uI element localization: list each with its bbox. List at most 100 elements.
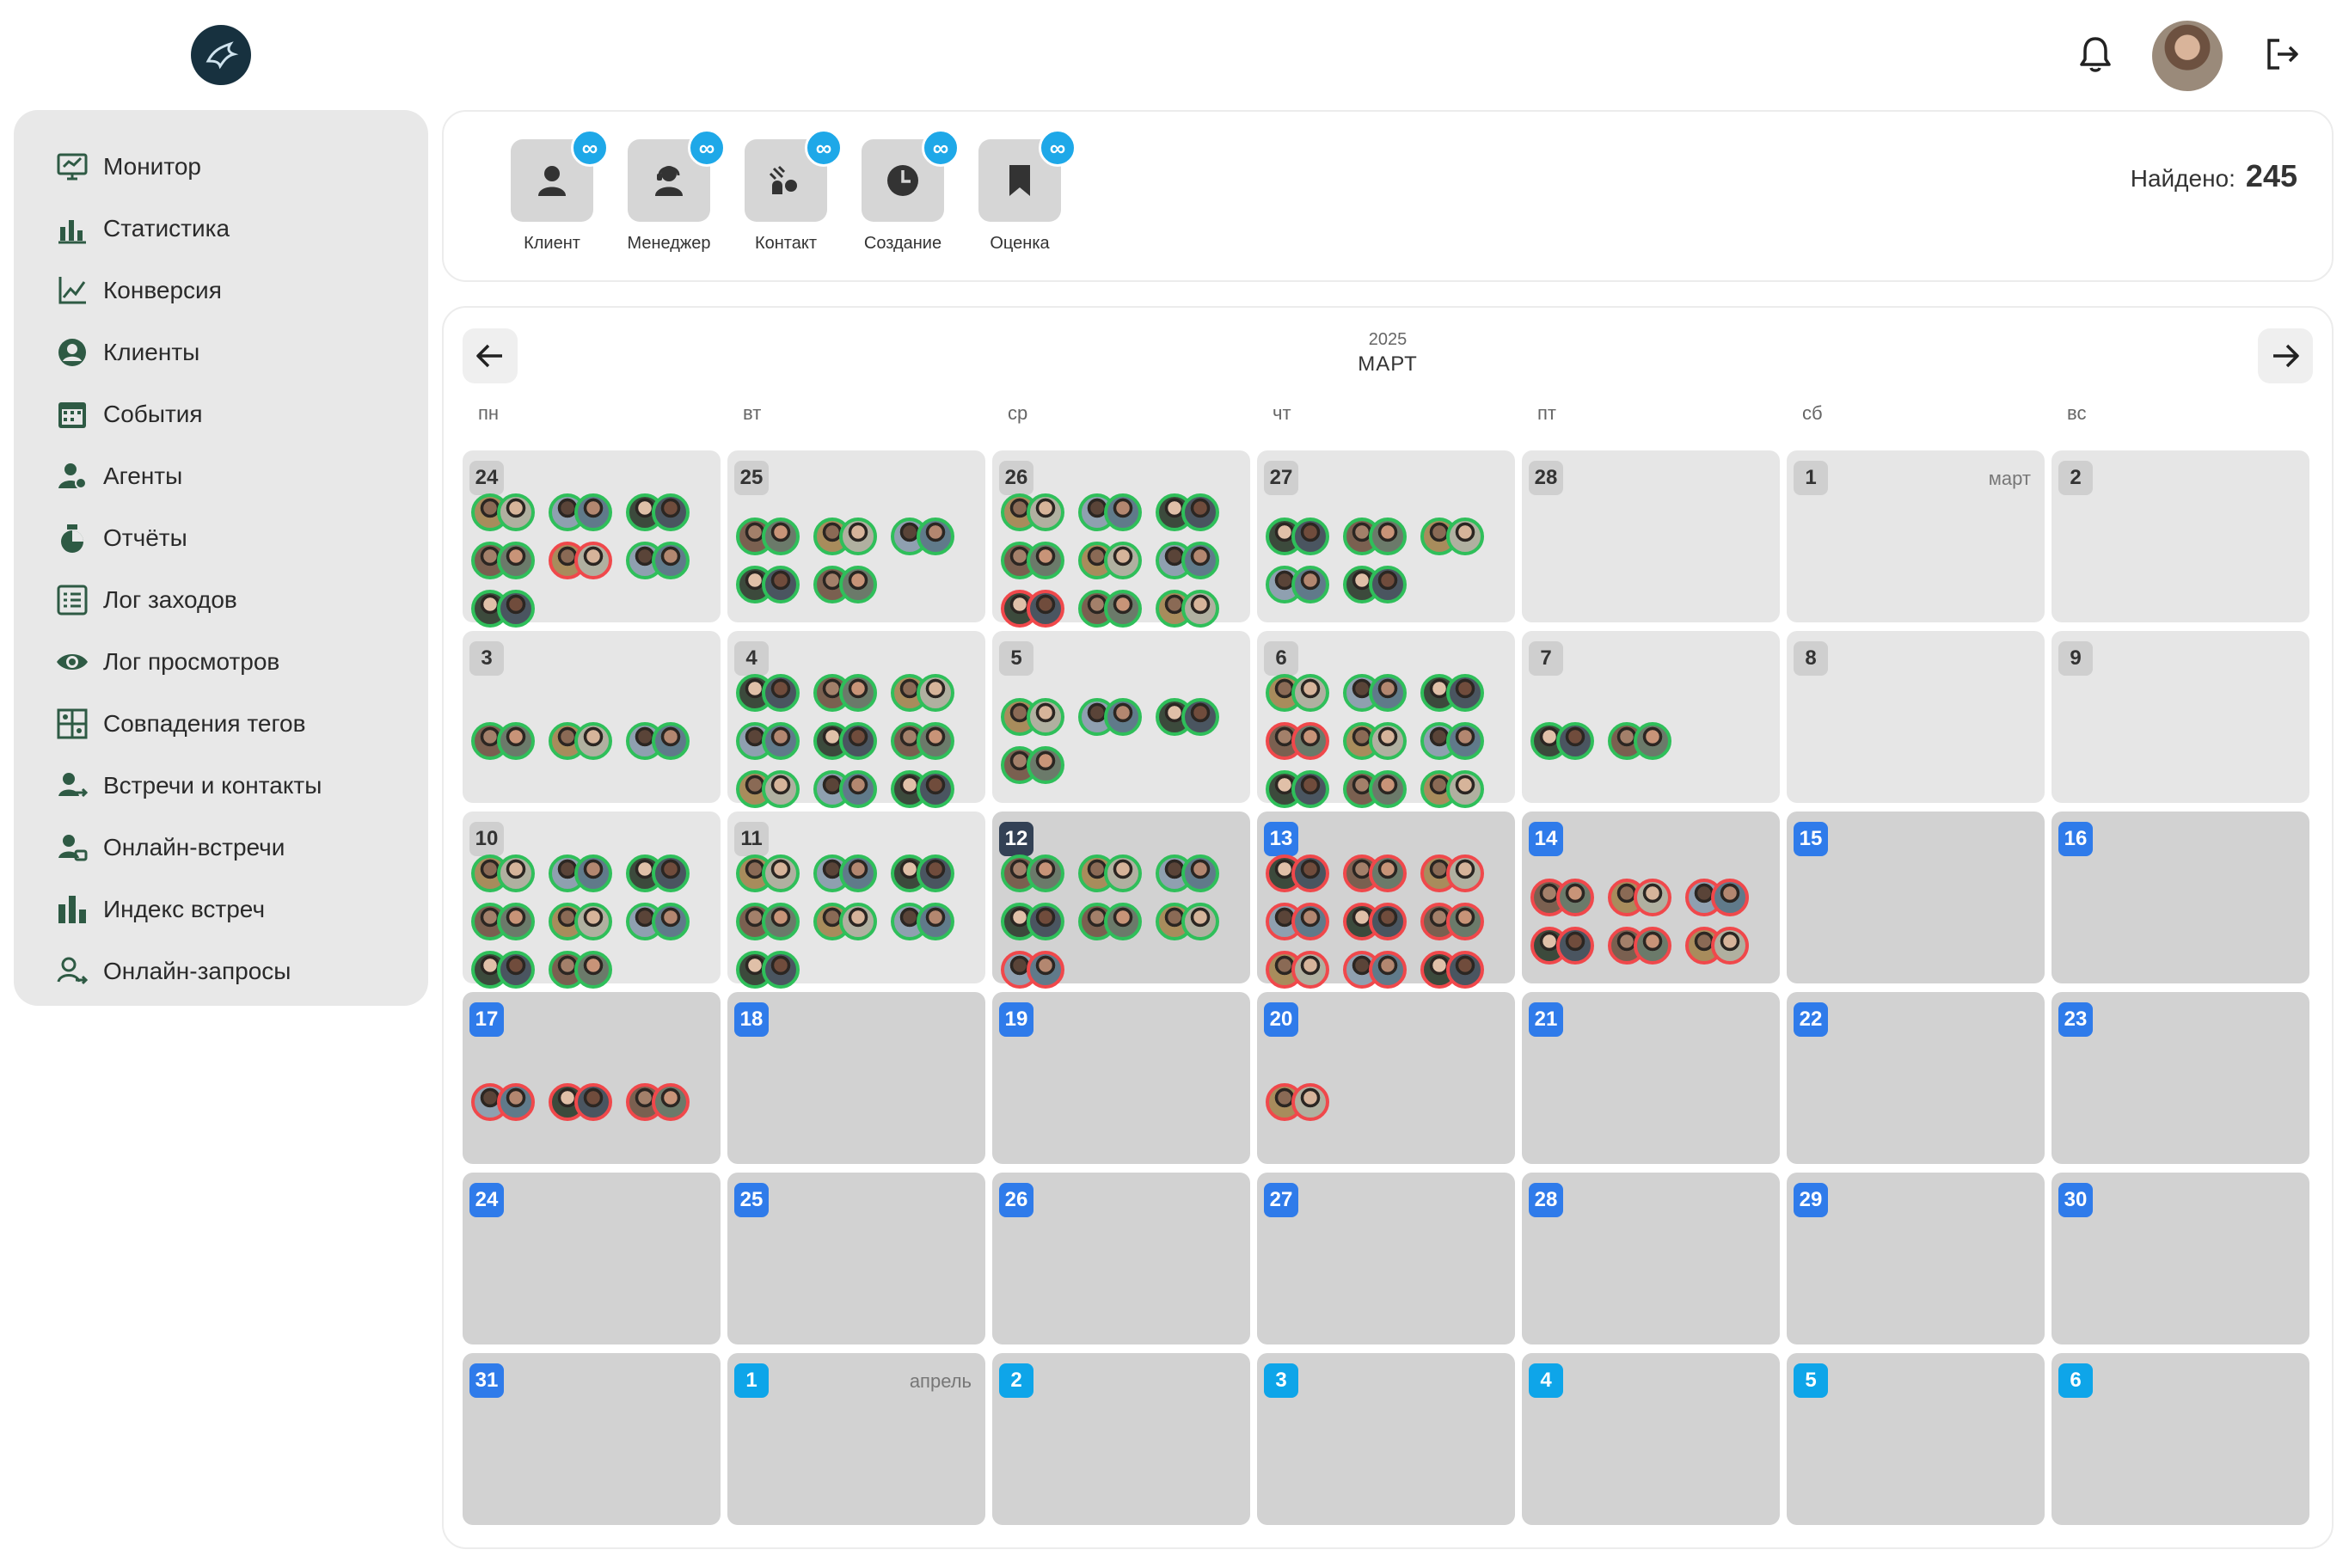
event-avatar-pair[interactable] bbox=[545, 536, 623, 585]
event-avatar-pair[interactable] bbox=[997, 536, 1075, 585]
event-avatar-pair[interactable] bbox=[468, 1078, 545, 1126]
calendar-day-cell[interactable]: 10 bbox=[463, 812, 721, 989]
event-avatar-pair[interactable] bbox=[623, 717, 700, 765]
filter-manager[interactable]: ∞ Менеджер bbox=[609, 129, 729, 254]
sidebar-item-eye[interactable]: Лог просмотров bbox=[14, 631, 428, 693]
sidebar-item-statistics[interactable]: Статистика bbox=[14, 198, 428, 260]
event-avatar-pair[interactable] bbox=[1417, 897, 1494, 946]
event-avatar-pair[interactable] bbox=[733, 946, 810, 994]
bell-icon[interactable] bbox=[2065, 24, 2125, 84]
event-avatar-pair[interactable] bbox=[1262, 512, 1340, 560]
event-avatar-pair[interactable] bbox=[810, 560, 887, 609]
event-avatar-pair[interactable] bbox=[997, 585, 1075, 633]
calendar-day-cell[interactable]: 26 bbox=[992, 1173, 1250, 1344]
calendar-day-cell[interactable]: 17 bbox=[463, 992, 721, 1164]
calendar-day-cell[interactable]: 28 bbox=[1522, 1173, 1780, 1344]
filter-contact[interactable]: ∞ Контакт bbox=[726, 129, 846, 254]
event-avatar-pair[interactable] bbox=[810, 849, 887, 897]
calendar-day-cell[interactable]: 21 bbox=[1522, 992, 1780, 1164]
filter-clock[interactable]: ∞ Создание bbox=[843, 129, 963, 254]
calendar-day-cell[interactable]: 27 bbox=[1257, 1173, 1515, 1344]
event-avatar-pair[interactable] bbox=[1262, 765, 1340, 813]
calendar-day-cell[interactable]: 12 bbox=[992, 812, 1250, 989]
calendar-day-cell[interactable]: 25 bbox=[727, 450, 985, 622]
calendar-day-cell[interactable]: 19 bbox=[992, 992, 1250, 1164]
event-avatar-pair[interactable] bbox=[1152, 536, 1230, 585]
event-avatar-pair[interactable] bbox=[468, 946, 545, 994]
event-avatar-pair[interactable] bbox=[545, 946, 623, 994]
filter-button[interactable]: ∞ bbox=[862, 129, 960, 222]
event-avatar-pair[interactable] bbox=[545, 1078, 623, 1126]
calendar-day-cell[interactable]: 26 bbox=[992, 450, 1250, 676]
calendar-day-cell[interactable]: 15 bbox=[1787, 812, 2045, 983]
filter-person[interactable]: ∞ Клиент bbox=[492, 129, 612, 254]
filter-button[interactable]: ∞ bbox=[978, 129, 1076, 222]
calendar-day-cell[interactable]: 2 bbox=[2052, 450, 2309, 622]
event-avatar-pair[interactable] bbox=[468, 717, 545, 765]
sidebar-item-monitor[interactable]: Монитор bbox=[14, 136, 428, 198]
event-avatar-pair[interactable] bbox=[623, 849, 700, 897]
event-avatar-pair[interactable] bbox=[997, 693, 1075, 741]
event-avatar-pair[interactable] bbox=[1152, 585, 1230, 633]
event-avatar-pair[interactable] bbox=[1417, 849, 1494, 897]
event-avatar-pair[interactable] bbox=[997, 897, 1075, 946]
event-avatar-pair[interactable] bbox=[1152, 849, 1230, 897]
event-avatar-pair[interactable] bbox=[1152, 693, 1230, 741]
filter-button[interactable]: ∞ bbox=[628, 129, 726, 222]
event-avatar-pair[interactable] bbox=[468, 536, 545, 585]
event-avatar-pair[interactable] bbox=[1604, 873, 1682, 922]
calendar-day-cell[interactable]: 27 bbox=[1257, 450, 1515, 622]
event-avatar-pair[interactable] bbox=[1417, 765, 1494, 813]
calendar-day-cell[interactable]: 16 bbox=[2052, 812, 2309, 983]
event-avatar-pair[interactable] bbox=[1604, 922, 1682, 970]
event-avatar-pair[interactable] bbox=[468, 488, 545, 536]
event-avatar-pair[interactable] bbox=[1075, 488, 1152, 536]
sidebar-item-online-meetings[interactable]: Онлайн-встречи bbox=[14, 817, 428, 879]
calendar-day-cell[interactable]: 1 март bbox=[1787, 450, 2045, 622]
event-avatar-pair[interactable] bbox=[1262, 1078, 1340, 1126]
sidebar-item-calendar[interactable]: События bbox=[14, 383, 428, 445]
event-avatar-pair[interactable] bbox=[1075, 536, 1152, 585]
calendar-day-cell[interactable]: 22 bbox=[1787, 992, 2045, 1164]
event-avatar-pair[interactable] bbox=[733, 765, 810, 813]
event-avatar-pair[interactable] bbox=[545, 488, 623, 536]
calendar-day-cell[interactable]: 7 bbox=[1522, 631, 1780, 803]
event-avatar-pair[interactable] bbox=[1527, 922, 1604, 970]
event-avatar-pair[interactable] bbox=[1682, 873, 1759, 922]
event-avatar-pair[interactable] bbox=[1152, 488, 1230, 536]
pegasus-logo-icon[interactable] bbox=[191, 25, 251, 85]
event-avatar-pair[interactable] bbox=[887, 765, 965, 813]
event-avatar-pair[interactable] bbox=[468, 585, 545, 633]
event-avatar-pair[interactable] bbox=[997, 849, 1075, 897]
event-avatar-pair[interactable] bbox=[733, 560, 810, 609]
event-avatar-pair[interactable] bbox=[623, 536, 700, 585]
user-avatar[interactable] bbox=[2152, 21, 2223, 91]
calendar-day-cell[interactable]: 11 bbox=[727, 812, 985, 989]
calendar-day-cell[interactable]: 29 bbox=[1787, 1173, 2045, 1344]
event-avatar-pair[interactable] bbox=[1340, 897, 1417, 946]
event-avatar-pair[interactable] bbox=[1604, 717, 1682, 765]
event-avatar-pair[interactable] bbox=[887, 512, 965, 560]
event-avatar-pair[interactable] bbox=[887, 669, 965, 717]
event-avatar-pair[interactable] bbox=[1340, 946, 1417, 994]
filter-button[interactable]: ∞ bbox=[745, 129, 843, 222]
event-avatar-pair[interactable] bbox=[1262, 560, 1340, 609]
event-avatar-pair[interactable] bbox=[887, 849, 965, 897]
calendar-day-cell[interactable]: 28 bbox=[1522, 450, 1780, 622]
calendar-day-cell[interactable]: 6 bbox=[1257, 631, 1515, 856]
calendar-day-cell[interactable]: 13 bbox=[1257, 812, 1515, 989]
sidebar-item-clients[interactable]: Клиенты bbox=[14, 322, 428, 383]
event-avatar-pair[interactable] bbox=[545, 717, 623, 765]
calendar-day-cell[interactable]: 3 bbox=[1257, 1353, 1515, 1525]
calendar-day-cell[interactable]: 31 bbox=[463, 1353, 721, 1525]
event-avatar-pair[interactable] bbox=[1075, 693, 1152, 741]
sidebar-item-bar-chart[interactable]: Индекс встреч bbox=[14, 879, 428, 940]
sidebar-item-reports[interactable]: Отчёты bbox=[14, 507, 428, 569]
event-avatar-pair[interactable] bbox=[887, 897, 965, 946]
calendar-day-cell[interactable]: 18 bbox=[727, 992, 985, 1164]
event-avatar-pair[interactable] bbox=[1262, 946, 1340, 994]
event-avatar-pair[interactable] bbox=[1075, 585, 1152, 633]
sidebar-item-list[interactable]: Лог заходов bbox=[14, 569, 428, 631]
event-avatar-pair[interactable] bbox=[1340, 849, 1417, 897]
sidebar-item-agents[interactable]: Агенты bbox=[14, 445, 428, 507]
